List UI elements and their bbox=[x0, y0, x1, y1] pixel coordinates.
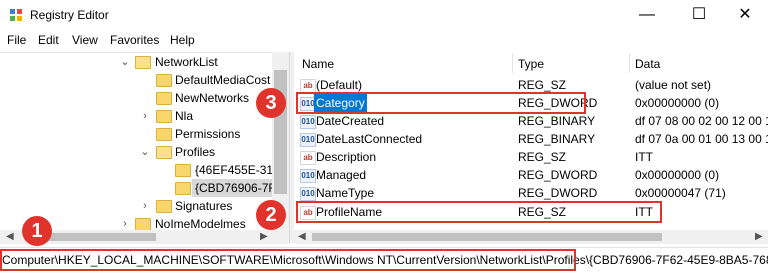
tree-item-nla[interactable]: › Nla bbox=[0, 107, 272, 125]
tree-item-profile-cbd76906[interactable]: {CBD76906-7F6 bbox=[0, 179, 286, 197]
column-divider[interactable] bbox=[629, 53, 630, 73]
key-tree-pane[interactable]: ⌄ NetworkList DefaultMediaCost NewNetwor… bbox=[0, 52, 289, 244]
value-row-nametype[interactable]: 010 NameType REG_DWORD 0x00000047 (71) bbox=[294, 184, 768, 202]
column-divider[interactable] bbox=[512, 53, 513, 73]
tree-item-label: NewNetworks bbox=[175, 91, 250, 105]
value-data: 0x00000047 (71) bbox=[635, 186, 726, 200]
value-data: df 07 0a 00 01 00 13 00 10 bbox=[635, 132, 768, 146]
chevron-down-icon[interactable]: ⌄ bbox=[140, 143, 150, 161]
folder-icon bbox=[175, 164, 191, 177]
value-data: ITT bbox=[635, 150, 653, 164]
scroll-right-arrow-icon[interactable]: ▶ bbox=[260, 231, 268, 242]
folder-icon bbox=[156, 110, 172, 123]
folder-icon bbox=[156, 128, 172, 141]
value-data: df 07 08 00 02 00 12 00 15 bbox=[635, 114, 768, 128]
scroll-left-arrow-icon[interactable]: ◀ bbox=[6, 231, 14, 242]
tree-item-label: Profiles bbox=[175, 145, 216, 159]
callout-3: 3 bbox=[256, 88, 286, 118]
menu-file[interactable]: File bbox=[7, 33, 26, 47]
value-row-description[interactable]: ab Description REG_SZ ITT bbox=[294, 148, 768, 166]
menu-edit[interactable]: Edit bbox=[38, 33, 59, 47]
value-type: REG_BINARY bbox=[518, 114, 596, 128]
value-name: DateLastConnected bbox=[316, 132, 423, 146]
tree-item-permissions[interactable]: Permissions bbox=[0, 125, 272, 143]
menu-view[interactable]: View bbox=[72, 33, 98, 47]
callout-1: 1 bbox=[22, 216, 52, 246]
highlight-profilename-row bbox=[296, 201, 662, 223]
tree-item-label: Signatures bbox=[175, 199, 233, 213]
value-type: REG_SZ bbox=[518, 150, 567, 164]
binary-value-icon: 010 bbox=[300, 115, 316, 129]
value-row-managed[interactable]: 010 Managed REG_DWORD 0x00000000 (0) bbox=[294, 166, 768, 184]
close-button[interactable]: ✕ bbox=[722, 0, 768, 30]
tree-item-signatures[interactable]: › Signatures bbox=[0, 197, 272, 215]
list-horizontal-scroll-thumb[interactable] bbox=[312, 233, 662, 241]
value-name: DateCreated bbox=[316, 114, 385, 128]
tree-item-label: NetworkList bbox=[155, 55, 218, 69]
tree-item-defaultmediacost[interactable]: DefaultMediaCost bbox=[0, 71, 272, 89]
binary-value-icon: 010 bbox=[300, 169, 316, 183]
highlight-category-row bbox=[296, 92, 586, 114]
value-name: NameType bbox=[316, 186, 375, 200]
window-title: Registry Editor bbox=[30, 8, 109, 22]
folder-open-icon bbox=[135, 56, 151, 69]
scroll-right-arrow-icon[interactable]: ▶ bbox=[755, 231, 763, 242]
value-type: REG_DWORD bbox=[518, 186, 598, 200]
folder-icon bbox=[175, 182, 191, 195]
tree-item-profile-46ef455e[interactable]: {46EF455E-31CI bbox=[0, 161, 285, 179]
folder-open-icon bbox=[156, 146, 172, 159]
value-type: REG_BINARY bbox=[518, 132, 596, 146]
scroll-left-arrow-icon[interactable]: ◀ bbox=[298, 231, 306, 242]
value-data: 0x00000000 (0) bbox=[635, 96, 720, 110]
callout-2: 2 bbox=[256, 200, 286, 230]
chevron-right-icon[interactable]: › bbox=[140, 107, 150, 125]
highlight-registry-path bbox=[0, 249, 576, 271]
folder-icon bbox=[156, 92, 172, 105]
menu-favorites[interactable]: Favorites bbox=[110, 33, 159, 47]
registry-editor-icon bbox=[10, 9, 22, 21]
column-header-name[interactable]: Name bbox=[302, 57, 334, 71]
tree-item-label: Nla bbox=[175, 109, 194, 123]
tree-item-newnetworks[interactable]: NewNetworks bbox=[0, 89, 272, 107]
folder-icon bbox=[156, 74, 172, 87]
menu-help[interactable]: Help bbox=[170, 33, 195, 47]
column-header-data[interactable]: Data bbox=[635, 57, 660, 71]
column-header-type[interactable]: Type bbox=[518, 57, 544, 71]
value-name: Description bbox=[316, 150, 377, 164]
value-name: Managed bbox=[316, 168, 367, 182]
maximize-button[interactable]: ☐ bbox=[676, 0, 722, 30]
minimize-button[interactable]: — bbox=[624, 0, 670, 30]
value-row-datelastconnected[interactable]: 010 DateLastConnected REG_BINARY df 07 0… bbox=[294, 130, 768, 148]
tree-item-label: Permissions bbox=[175, 127, 241, 141]
value-data: 0x00000000 (0) bbox=[635, 168, 720, 182]
value-type: REG_DWORD bbox=[518, 168, 598, 182]
tree-item-profiles[interactable]: ⌄ Profiles bbox=[0, 143, 272, 161]
tree-item-label: DefaultMediaCost bbox=[175, 73, 271, 87]
value-data: (value not set) bbox=[635, 78, 712, 92]
binary-value-icon: 010 bbox=[300, 133, 316, 147]
tree-item-networklist[interactable]: ⌄ NetworkList bbox=[0, 53, 272, 71]
string-value-icon: ab bbox=[300, 79, 316, 93]
folder-icon bbox=[156, 200, 172, 213]
chevron-down-icon[interactable]: ⌄ bbox=[120, 53, 130, 71]
string-value-icon: ab bbox=[300, 151, 316, 165]
chevron-right-icon[interactable]: › bbox=[140, 197, 150, 215]
value-row-datecreated[interactable]: 010 DateCreated REG_BINARY df 07 08 00 0… bbox=[294, 112, 768, 130]
binary-value-icon: 010 bbox=[300, 187, 316, 201]
